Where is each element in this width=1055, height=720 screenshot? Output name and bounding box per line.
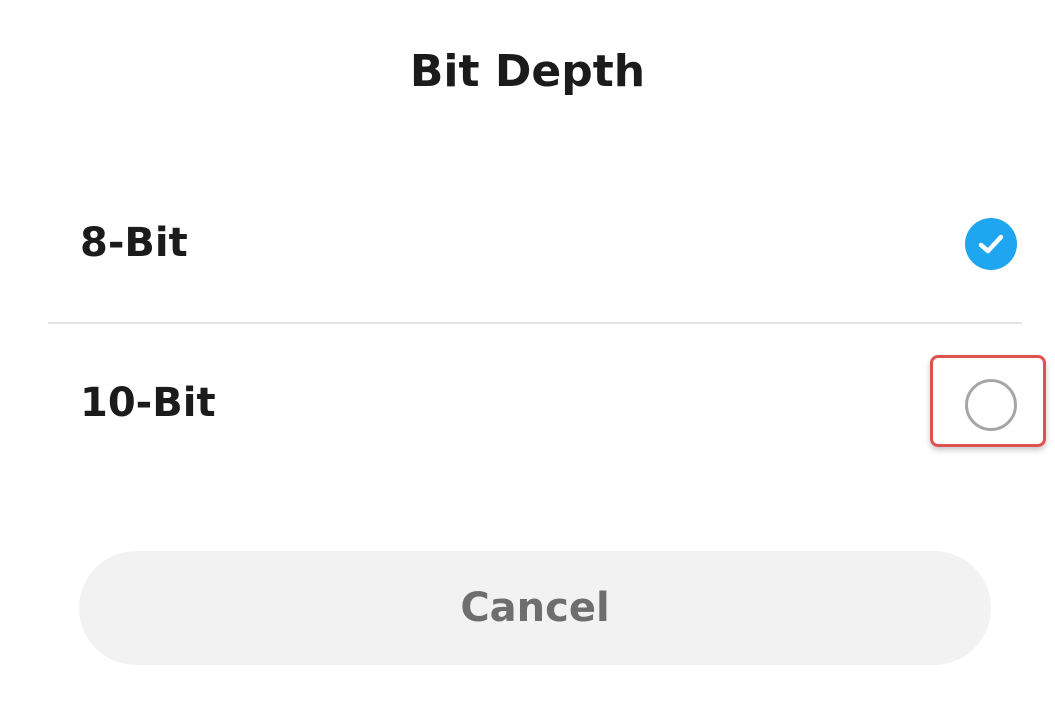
option-label-10-bit: 10-Bit (80, 380, 216, 426)
check-circle-icon[interactable] (964, 217, 1018, 271)
cancel-button[interactable]: Cancel (79, 551, 991, 665)
sheet-title: Bit Depth (409, 46, 646, 97)
bit-depth-sheet: Bit Depth 8-Bit 10-Bit Cancel (0, 0, 1055, 720)
option-label-8-bit: 8-Bit (80, 220, 188, 266)
option-divider (48, 322, 1022, 324)
option-8-bit[interactable]: 8-Bit (0, 178, 1055, 308)
highlight-box (930, 355, 1046, 447)
option-10-bit[interactable]: 10-Bit (0, 338, 1055, 468)
